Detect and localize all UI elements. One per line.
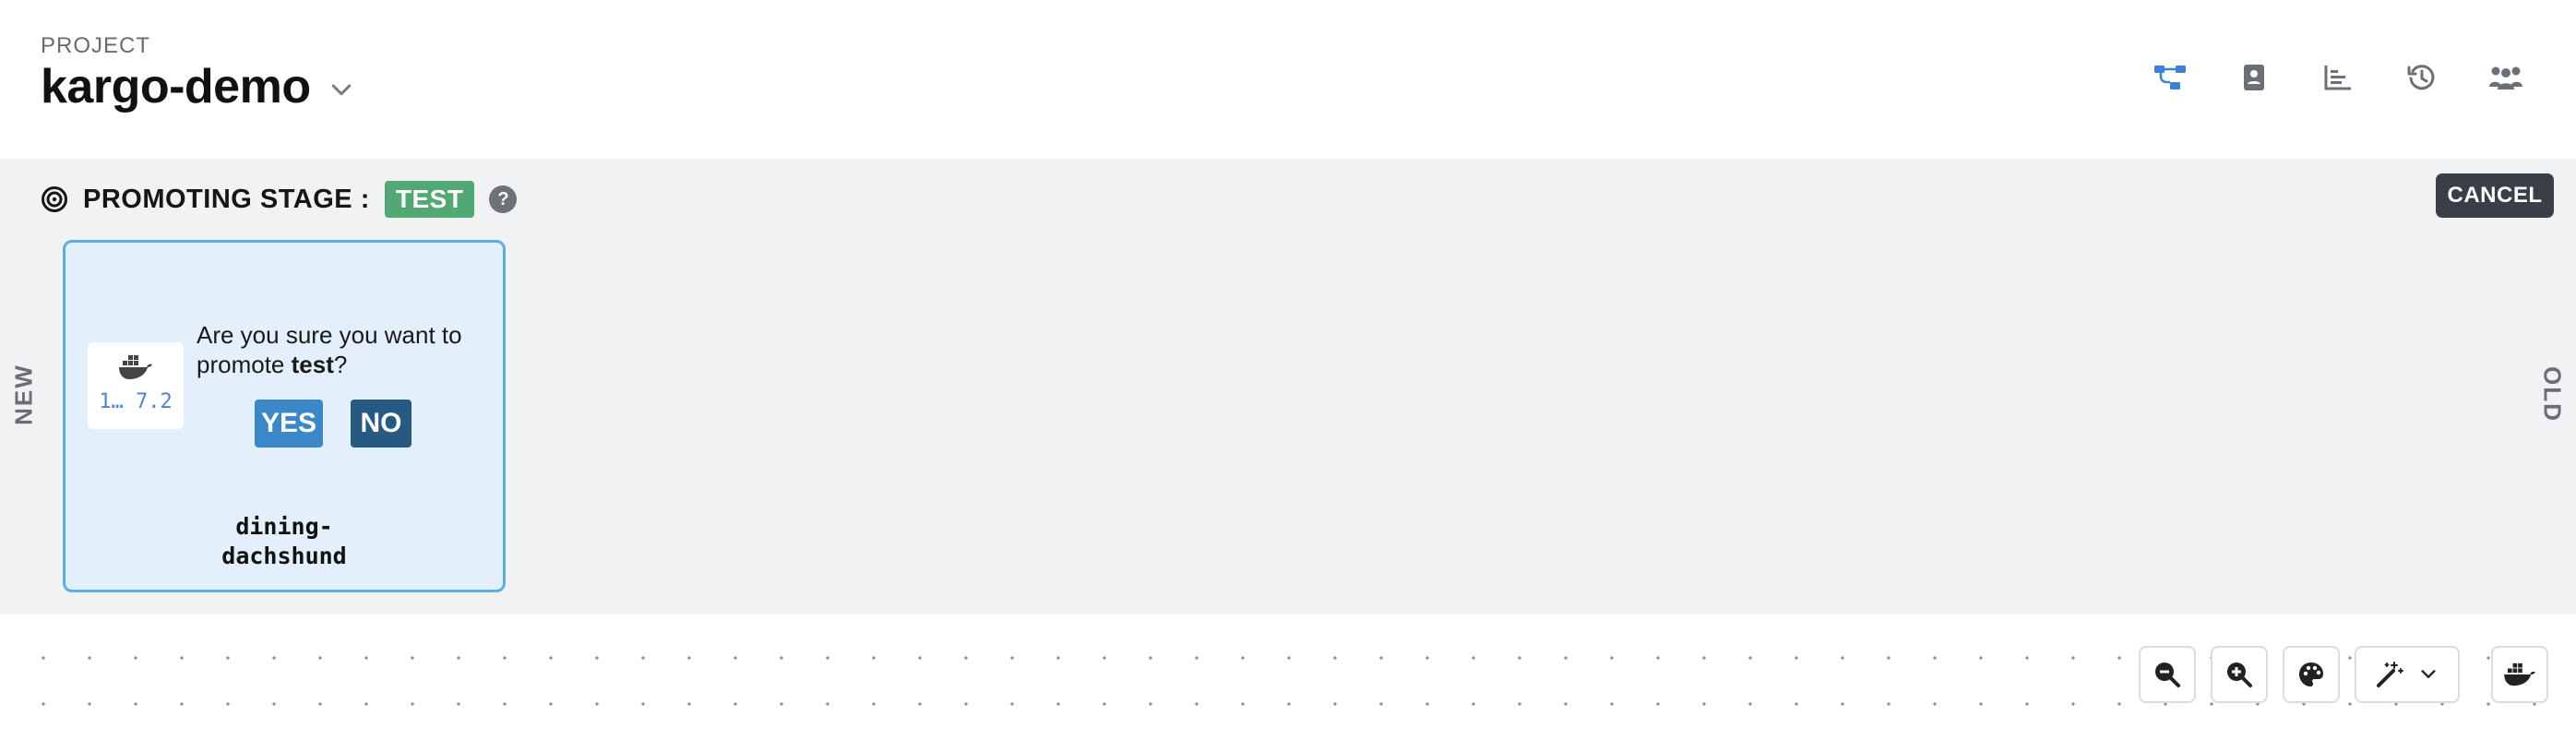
freight-card[interactable]: 1… 7.2 Are you sure you want to promote … [63,240,506,592]
yes-button[interactable]: YES [255,400,323,448]
promotion-title: PROMOTING STAGE : TEST ? [41,179,518,220]
project-header: PROJECT kargo-demo [0,0,2576,159]
image-tile: 1… 7.2 [88,342,184,429]
target-icon [42,186,67,212]
project-selector[interactable]: kargo-demo [41,59,355,114]
old-side-label: OLD [2538,366,2567,423]
stage-badge: TEST [384,181,475,218]
palette-icon[interactable] [2283,646,2340,703]
zoom-in-icon[interactable] [2211,646,2268,703]
project-label: PROJECT [41,33,151,58]
no-button[interactable]: NO [351,400,411,448]
canvas-controls [2139,646,2548,703]
bar-chart-icon[interactable] [2318,57,2358,98]
magic-wand-icon [2377,662,2403,687]
freight-name: dining- dachshund [66,512,503,571]
help-icon[interactable]: ? [489,185,518,213]
project-name: kargo-demo [41,60,311,113]
cancel-button[interactable]: CANCEL [2436,173,2554,218]
chevron-down-icon[interactable] [328,77,355,104]
chevron-down-icon [2421,670,2436,678]
new-side-label: NEW [9,364,38,425]
question-suffix: ? [333,351,348,378]
promotion-panel: PROMOTING STAGE : TEST ? CANCEL NEW OLD … [0,159,2576,615]
docker-icon [119,355,152,379]
layout-dropdown[interactable] [2355,646,2460,703]
view-switcher [2150,57,2526,98]
question-target: test [291,351,334,378]
promoting-stage-label: PROMOTING STAGE : [83,184,370,214]
history-icon[interactable] [2402,57,2442,98]
zoom-out-icon[interactable] [2139,646,2196,703]
docker-icon[interactable] [2491,646,2548,703]
promote-confirmation: Are you sure you want to promote test? [197,320,483,379]
freight-name-line2: dachshund [221,543,347,569]
pipeline-icon[interactable] [2150,57,2190,98]
contact-card-icon[interactable] [2234,57,2274,98]
image-tag: 1… 7.2 [99,390,173,413]
users-icon[interactable] [2486,57,2526,98]
freight-name-line1: dining- [235,513,333,540]
